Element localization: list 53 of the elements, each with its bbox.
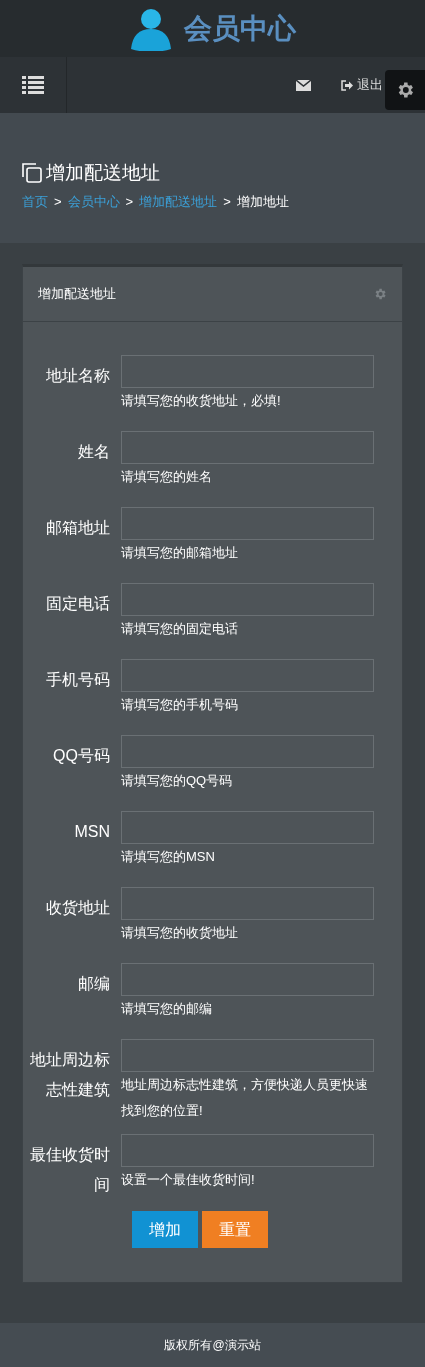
field-label: QQ号码	[52, 746, 110, 766]
breadcrumb-link[interactable]: 增加配送地址	[139, 191, 218, 211]
field-label: 姓名	[77, 442, 110, 462]
breadcrumb-current: 增加地址	[236, 192, 289, 211]
input-field[interactable]	[121, 659, 374, 692]
breadcrumb-link[interactable]: 会员中心	[67, 191, 120, 211]
copyright-text: 版权所有@演示站	[164, 1337, 261, 1354]
help-text: 请填写您的手机号码	[121, 696, 239, 714]
input-field[interactable]	[121, 887, 374, 920]
input-field[interactable]	[121, 431, 374, 464]
settings-button[interactable]	[385, 70, 425, 110]
field-label: MSN	[73, 822, 110, 842]
help-text: 设置一个最佳收货时间!	[121, 1171, 256, 1189]
help-text: 请填写您的收货地址，必填!	[121, 392, 282, 410]
input-field[interactable]	[121, 735, 374, 768]
user-icon	[129, 6, 172, 51]
field-label: 地址名称	[45, 366, 110, 386]
input-field[interactable]	[121, 507, 374, 540]
field-label: 邮箱地址	[45, 518, 110, 538]
field-label: 固定电话	[45, 594, 110, 614]
add-button[interactable]: 增加	[132, 1211, 198, 1248]
logout-link[interactable]: 退出	[341, 75, 383, 95]
input-field[interactable]	[121, 583, 374, 616]
help-text: 请填写您的收货地址	[121, 924, 239, 942]
breadcrumb-separator: >	[125, 192, 134, 211]
page-title: 增加配送地址	[46, 161, 160, 185]
help-text: 请填写您的邮箱地址	[121, 544, 239, 562]
help-text: 请填写您的姓名	[121, 468, 213, 486]
input-field[interactable]	[121, 1039, 374, 1072]
input-field[interactable]	[121, 811, 374, 844]
input-field[interactable]	[121, 1134, 374, 1167]
field-label: 手机号码	[45, 670, 110, 690]
help-text: 地址周边标志性建筑，方便快递人员更快速找到您的位置!	[121, 1076, 369, 1120]
input-field[interactable]	[121, 355, 374, 388]
help-text: 请填写您的QQ号码	[121, 772, 234, 790]
help-text: 请填写您的邮编	[121, 1000, 213, 1018]
help-text: 请填写您的MSN	[121, 848, 216, 866]
card-title: 增加配送地址	[38, 285, 116, 304]
field-label: 收货地址	[45, 898, 110, 918]
reset-button[interactable]: 重置	[202, 1211, 268, 1248]
breadcrumb-separator: >	[54, 192, 62, 211]
field-label: 地址周边标志性建筑	[29, 1050, 110, 1100]
help-text: 请填写您的固定电话	[121, 620, 239, 638]
copy-icon	[22, 163, 42, 184]
mail-icon[interactable]	[296, 79, 311, 91]
input-field[interactable]	[121, 963, 374, 996]
menu-icon[interactable]	[22, 76, 44, 94]
field-label: 最佳收货时间	[29, 1145, 110, 1195]
field-label: 邮编	[77, 974, 110, 994]
breadcrumb-separator: >	[223, 192, 231, 211]
breadcrumb-link[interactable]: 首页	[22, 191, 48, 211]
logout-icon[interactable]	[341, 79, 353, 91]
site-title: 会员中心	[183, 11, 296, 46]
